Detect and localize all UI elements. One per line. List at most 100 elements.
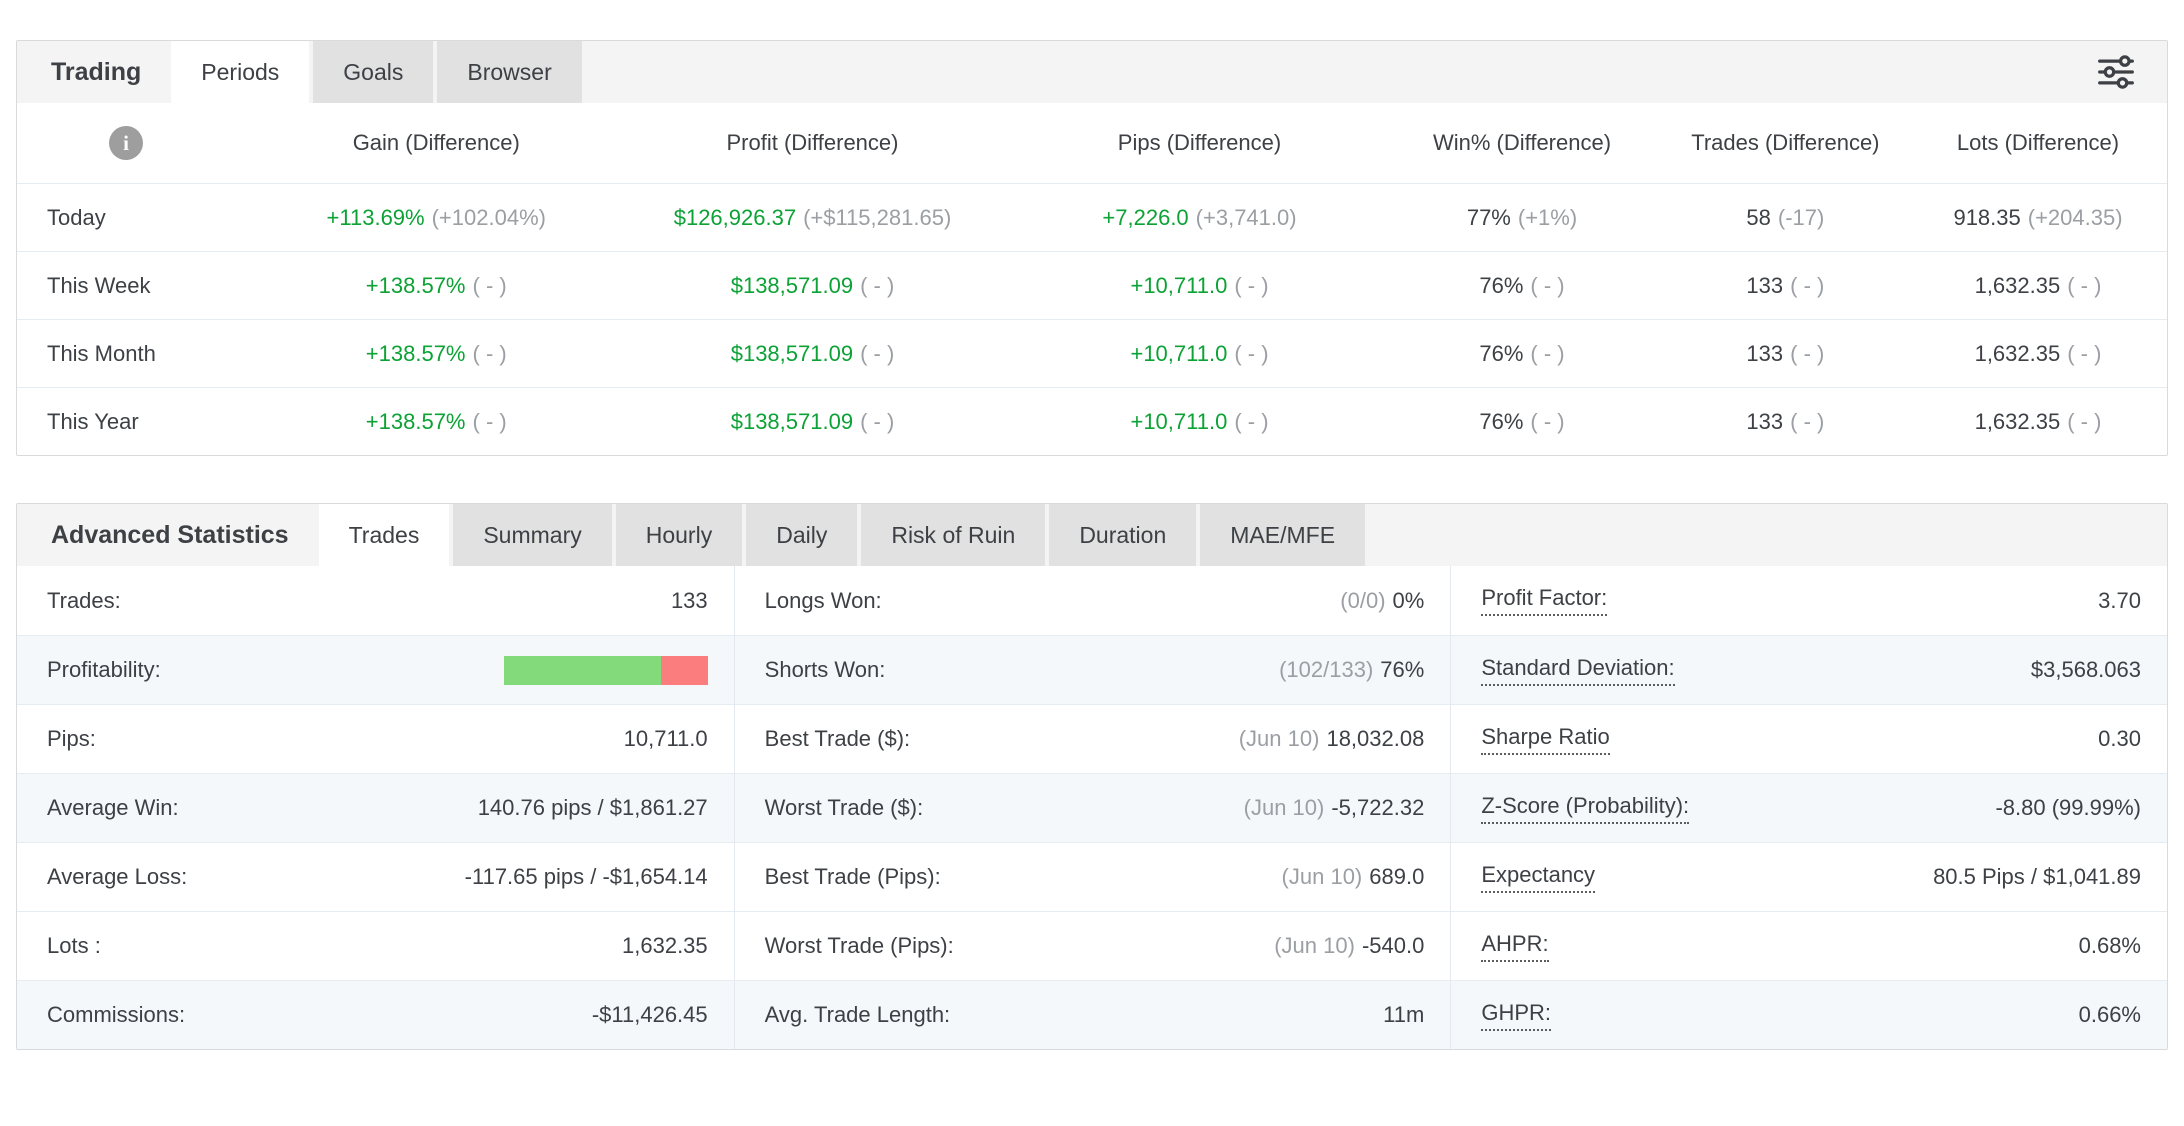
stat-row-worst-trade-pips: Worst Trade (Pips): (Jun 10)-540.0 [735, 911, 1451, 980]
profit-value: $138,571.09 [731, 341, 853, 366]
tab-risk-of-ruin[interactable]: Risk of Ruin [861, 504, 1045, 566]
stat-value: 1,632.35 [622, 933, 708, 959]
profit-diff: ( - ) [860, 341, 894, 366]
stat-label: Commissions: [47, 1002, 185, 1028]
periods-table: i Gain (Difference) Profit (Difference) … [17, 103, 2167, 455]
stat-value: -5,722.32 [1331, 795, 1424, 820]
trades-value: 133 [1746, 409, 1783, 434]
stat-label: Shorts Won: [765, 657, 886, 683]
lots-diff: ( - ) [2067, 341, 2101, 366]
stat-value: 0% [1393, 588, 1425, 613]
period-label: Today [17, 205, 264, 231]
filter-settings-icon[interactable] [2093, 49, 2139, 95]
win-value: 76% [1479, 341, 1523, 366]
table-row-this-week: This Week +138.57%( - ) $138,571.09( - )… [17, 251, 2167, 319]
stat-label-tooltip[interactable]: AHPR: [1481, 931, 1548, 962]
stat-value-date: (Jun 10) [1239, 726, 1320, 751]
gain-diff: ( - ) [473, 273, 507, 298]
gain-value: +113.69% [327, 205, 425, 230]
stat-value: 80.5 Pips / $1,041.89 [1933, 864, 2141, 890]
lots-diff: ( - ) [2067, 273, 2101, 298]
stat-row-lots: Lots : 1,632.35 [17, 911, 734, 980]
trades-value: 133 [1746, 341, 1783, 366]
stat-value-date: (Jun 10) [1282, 864, 1363, 889]
profit-diff: ( - ) [860, 409, 894, 434]
stat-label: Longs Won: [765, 588, 882, 614]
table-row-this-month: This Month +138.57%( - ) $138,571.09( - … [17, 319, 2167, 387]
stat-row-standard-deviation: Standard Deviation: $3,568.063 [1451, 635, 2167, 704]
profit-value: $138,571.09 [731, 273, 853, 298]
stat-row-trades: Trades: 133 [17, 566, 734, 635]
stat-label-tooltip[interactable]: Profit Factor: [1481, 585, 1607, 616]
lots-value: 1,632.35 [1975, 409, 2061, 434]
statistics-grid: Trades: 133 Profitability: Pips: 10,711.… [17, 566, 2167, 1049]
profitability-loss-segment [661, 656, 708, 685]
stat-label-tooltip[interactable]: GHPR: [1481, 1000, 1551, 1031]
trades-diff: (-17) [1778, 205, 1824, 230]
stat-value: $3,568.063 [2031, 657, 2141, 683]
stat-value: -540.0 [1362, 933, 1424, 958]
stat-label: Average Win: [47, 795, 179, 821]
stat-value: 11m [1383, 1002, 1424, 1027]
tab-duration[interactable]: Duration [1049, 504, 1196, 566]
pips-diff: ( - ) [1234, 409, 1268, 434]
stat-value: 0.30 [2098, 726, 2141, 752]
stat-label: Average Loss: [47, 864, 187, 890]
statistics-panel-title: Advanced Statistics [17, 504, 319, 566]
stat-row-worst-trade-usd: Worst Trade ($): (Jun 10)-5,722.32 [735, 773, 1451, 842]
pips-value: +7,226.0 [1102, 205, 1188, 230]
stat-value-date: (Jun 10) [1244, 795, 1325, 820]
stat-label-tooltip[interactable]: Z-Score (Probability): [1481, 793, 1689, 824]
stat-row-average-win: Average Win: 140.76 pips / $1,861.27 [17, 773, 734, 842]
tab-summary[interactable]: Summary [453, 504, 611, 566]
tab-trades[interactable]: Trades [319, 504, 450, 576]
stat-row-sharpe-ratio: Sharpe Ratio 0.30 [1451, 704, 2167, 773]
pips-value: +10,711.0 [1130, 409, 1227, 434]
pips-value: +10,711.0 [1130, 273, 1227, 298]
column-header-profit: Profit (Difference) [608, 130, 1017, 156]
gain-diff: ( - ) [473, 409, 507, 434]
tab-browser[interactable]: Browser [437, 41, 581, 103]
stat-value: 76% [1380, 657, 1424, 682]
stat-value: 140.76 pips / $1,861.27 [478, 795, 708, 821]
stat-label: Profitability: [47, 657, 161, 683]
info-icon[interactable]: i [109, 126, 143, 160]
period-label: This Year [17, 409, 264, 435]
period-label: This Week [17, 273, 264, 299]
stat-label: Worst Trade ($): [765, 795, 924, 821]
stat-value: 10,711.0 [624, 726, 708, 752]
profitability-win-segment [504, 656, 661, 685]
tab-hourly[interactable]: Hourly [616, 504, 742, 566]
gain-diff: ( - ) [473, 341, 507, 366]
stat-row-pips: Pips: 10,711.0 [17, 704, 734, 773]
column-header-gain: Gain (Difference) [264, 130, 608, 156]
stat-row-best-trade-pips: Best Trade (Pips): (Jun 10)689.0 [735, 842, 1451, 911]
profitability-bar [504, 656, 708, 685]
win-value: 77% [1467, 205, 1511, 230]
lots-value: 918.35 [1953, 205, 2020, 230]
column-header-lots: Lots (Difference) [1909, 130, 2167, 156]
tab-periods[interactable]: Periods [171, 41, 309, 113]
lots-value: 1,632.35 [1975, 341, 2061, 366]
stat-label-tooltip[interactable]: Expectancy [1481, 862, 1595, 893]
stat-label-tooltip[interactable]: Standard Deviation: [1481, 655, 1674, 686]
stat-value-detail: (0/0) [1340, 588, 1385, 613]
table-row-today: Today +113.69%(+102.04%) $126,926.37(+$1… [17, 183, 2167, 251]
stat-value: -$11,426.45 [592, 1002, 708, 1028]
column-header-win: Win% (Difference) [1382, 130, 1662, 156]
trading-tabbar: Trading Periods Goals Browser [17, 41, 2167, 103]
stat-row-shorts-won: Shorts Won: (102/133)76% [735, 635, 1451, 704]
column-header-pips: Pips (Difference) [1017, 130, 1383, 156]
stat-value: 18,032.08 [1326, 726, 1424, 751]
tab-goals[interactable]: Goals [313, 41, 433, 103]
trades-value: 133 [1746, 273, 1783, 298]
pips-diff: (+3,741.0) [1196, 205, 1297, 230]
stat-label-tooltip[interactable]: Sharpe Ratio [1481, 724, 1609, 755]
stat-row-expectancy: Expectancy 80.5 Pips / $1,041.89 [1451, 842, 2167, 911]
stat-row-ghpr: GHPR: 0.66% [1451, 980, 2167, 1049]
pips-diff: ( - ) [1234, 273, 1268, 298]
tab-daily[interactable]: Daily [746, 504, 857, 566]
table-row-this-year: This Year +138.57%( - ) $138,571.09( - )… [17, 387, 2167, 455]
stat-value: 689.0 [1369, 864, 1424, 889]
tab-mae-mfe[interactable]: MAE/MFE [1200, 504, 1365, 566]
